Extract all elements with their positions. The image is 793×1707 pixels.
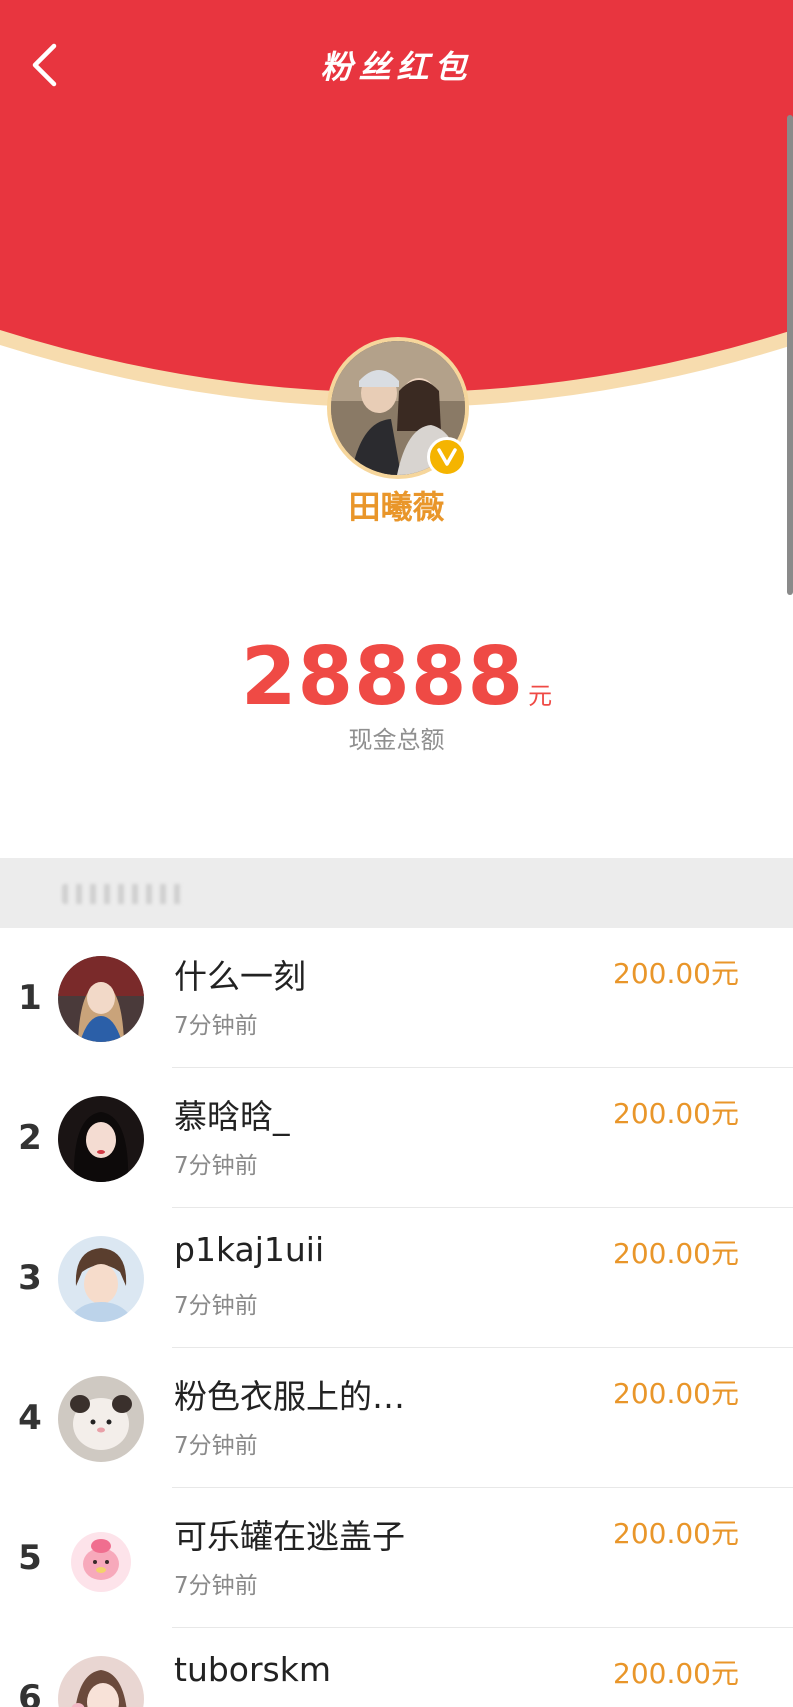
rank-number: 3 (18, 1258, 42, 1298)
blurred-section-text (62, 884, 182, 904)
amount: 200.00元 (613, 1657, 739, 1690)
avatar[interactable] (58, 1096, 144, 1182)
user-name: 可乐罐在逃盖子 (174, 1517, 405, 1556)
rank-number: 2 (18, 1118, 42, 1158)
amount: 200.00元 (613, 1377, 739, 1410)
rank-number: 1 (18, 978, 42, 1018)
amount: 200.00元 (613, 1237, 739, 1270)
list-item[interactable]: 1 什么一刻 7分钟前 200.00元 (0, 928, 793, 1068)
amount: 200.00元 (613, 957, 739, 990)
avatar[interactable] (58, 1376, 144, 1462)
total-amount: 28888 (240, 630, 525, 723)
list-item[interactable]: 3 p1kaj1uii 7分钟前 200.00元 (0, 1208, 793, 1348)
rank-number: 5 (18, 1538, 42, 1578)
user-name: tuborskm (174, 1650, 332, 1689)
list-item[interactable]: 5 可乐罐在逃盖子 7分钟前 200.00元 (0, 1488, 793, 1628)
time-ago: 7分钟前 (174, 1293, 258, 1319)
rank-number: 4 (18, 1398, 42, 1438)
total-amount-block: 28888 元 (0, 630, 793, 723)
time-ago: 7分钟前 (174, 1433, 258, 1459)
host-avatar-frame (327, 337, 469, 479)
total-unit: 元 (528, 682, 553, 710)
user-name: 慕晗晗_ (174, 1097, 290, 1136)
rank-number: 6 (18, 1678, 42, 1707)
user-name: 什么一刻 (174, 957, 306, 996)
amount: 200.00元 (613, 1097, 739, 1130)
recipient-list: 1 什么一刻 7分钟前 200.00元 2 慕晗晗_ 7分钟前 200.00元 … (0, 928, 793, 1707)
avatar[interactable] (58, 956, 144, 1042)
list-item[interactable]: 6 tuborskm 200.00元 (0, 1628, 793, 1707)
page-title: 粉丝红包 (320, 48, 473, 86)
total-label: 现金总额 (348, 726, 445, 754)
time-ago: 7分钟前 (174, 1153, 258, 1179)
time-ago: 7分钟前 (174, 1573, 258, 1599)
avatar[interactable] (58, 1516, 144, 1602)
user-name: 粉色衣服上的… (174, 1377, 405, 1416)
avatar[interactable] (58, 1236, 144, 1322)
verified-badge-icon (427, 437, 467, 477)
time-ago: 7分钟前 (174, 1013, 258, 1039)
user-name: p1kaj1uii (174, 1230, 325, 1269)
list-item[interactable]: 2 慕晗晗_ 7分钟前 200.00元 (0, 1068, 793, 1208)
list-item[interactable]: 4 粉色衣服上的… 7分钟前 200.00元 (0, 1348, 793, 1488)
amount: 200.00元 (613, 1517, 739, 1550)
page: 粉丝红包 田曦薇 28888 元 现金总额 1 什么一刻 7分钟前 200.00… (0, 0, 793, 1707)
avatar[interactable] (58, 1656, 144, 1707)
host-name[interactable]: 田曦薇 (0, 482, 793, 528)
